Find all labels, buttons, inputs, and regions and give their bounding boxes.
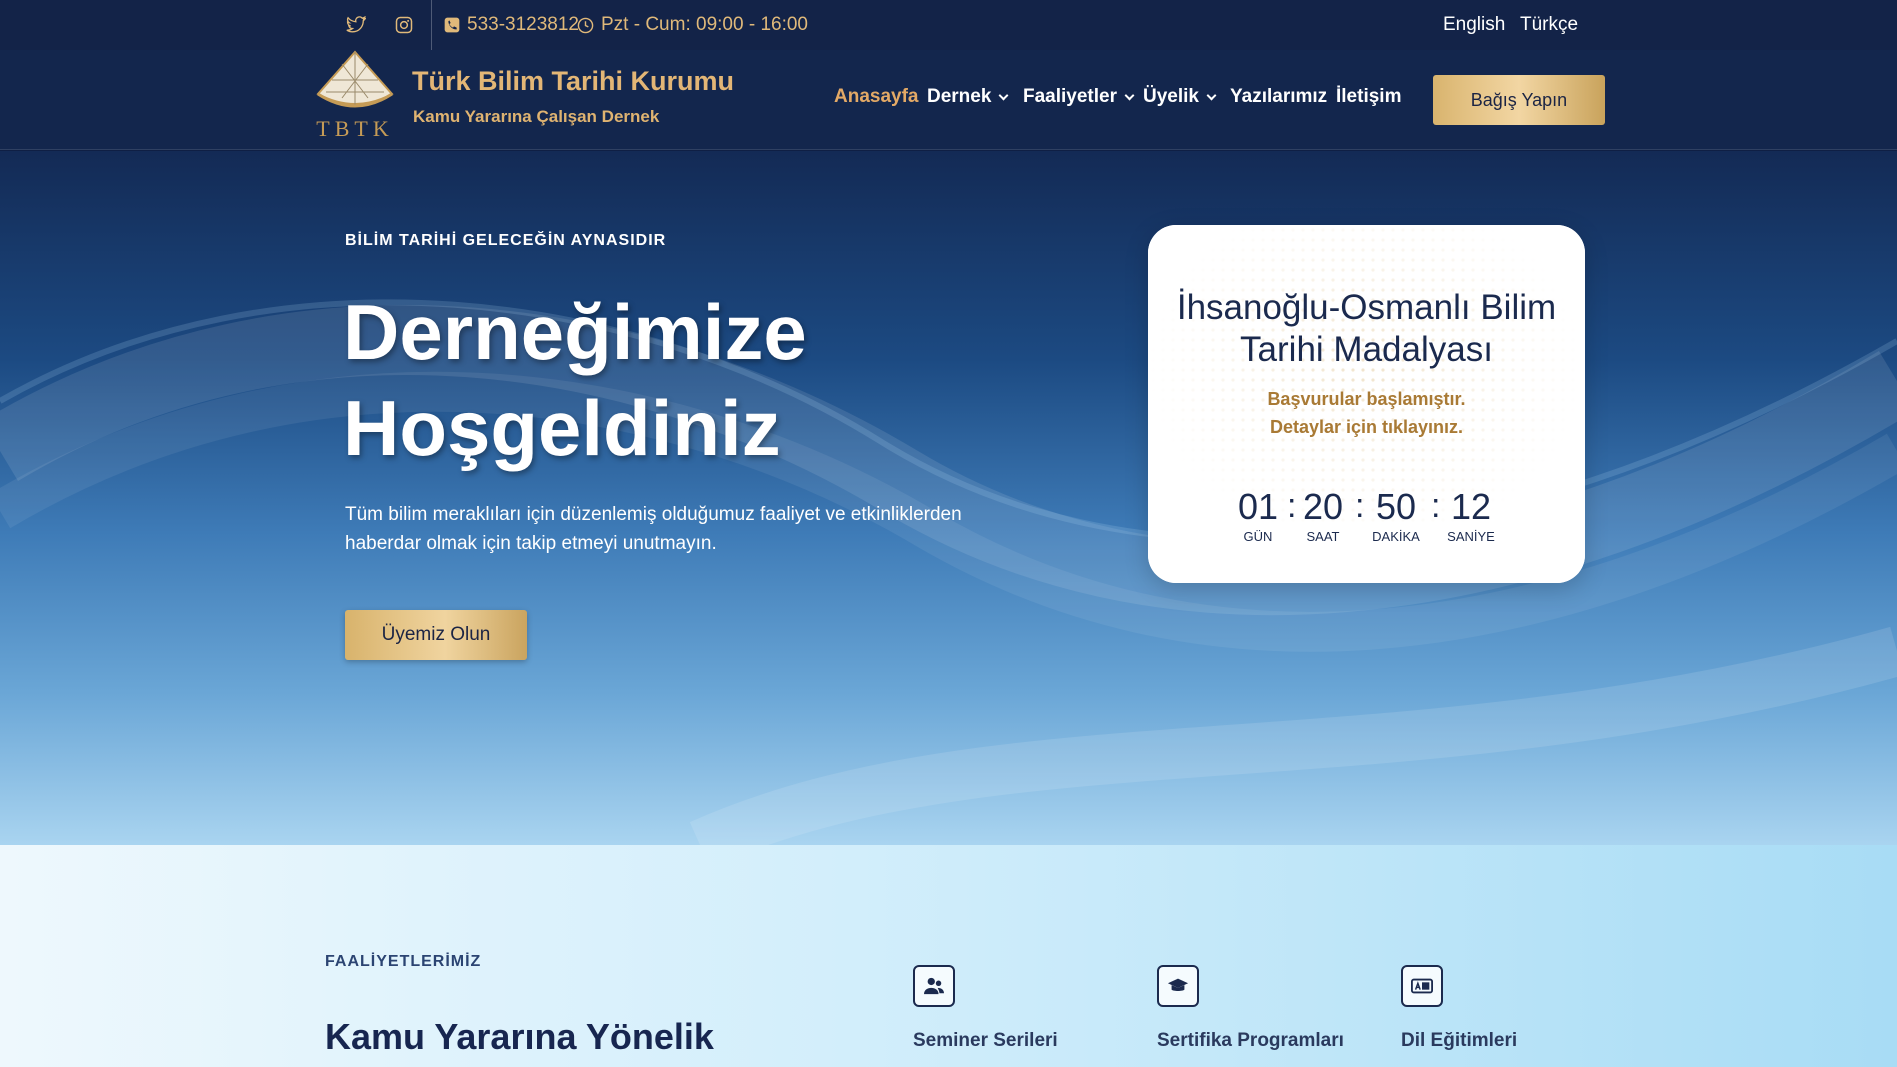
feature-dil[interactable]: Dil Eğitimleri: [1401, 1030, 1517, 1052]
award-title: İhsanoğlu-Osmanlı Bilim Tarihi Madalyası: [1176, 288, 1557, 369]
brand-logo[interactable]: TBTK: [312, 50, 398, 150]
brand-title[interactable]: Türk Bilim Tarihi Kurumu: [412, 66, 734, 97]
countdown-value: 20: [1302, 486, 1344, 527]
countdown-value: 50: [1375, 486, 1417, 527]
seminar-icon-box[interactable]: [913, 965, 955, 1007]
award-subtitle-line2: Detaylar için tıklayınız.: [1269, 417, 1464, 437]
feature-seminer[interactable]: Seminer Serileri: [913, 1030, 1058, 1052]
brand-subtitle: Kamu Yararına Çalışan Dernek: [413, 107, 660, 126]
activities-kicker: FAALİYETLERİMİZ: [325, 953, 482, 970]
instagram-link[interactable]: [395, 0, 413, 50]
countdown-label: SAAT: [1306, 529, 1340, 544]
countdown-separator: :: [1431, 487, 1441, 525]
countdown-label: SANİYE: [1447, 529, 1495, 544]
nav-label: Faaliyetler: [1023, 86, 1117, 107]
countdown-separator: :: [1287, 487, 1297, 525]
lang-turkish[interactable]: Türkçe: [1520, 0, 1578, 50]
nav-item-iletisim[interactable]: İletişim: [1336, 86, 1401, 108]
phone-icon: [444, 17, 460, 33]
countdown-seconds: 12 SANİYE: [1441, 486, 1501, 545]
nav-label: Dernek: [927, 86, 992, 107]
instagram-icon: [395, 16, 413, 34]
lang-english[interactable]: English: [1443, 0, 1505, 50]
countdown-separator: :: [1355, 487, 1365, 525]
nav-label: Üyelik: [1143, 86, 1199, 107]
logo-text: TBTK: [316, 116, 393, 141]
nav-item-uyelik[interactable]: Üyelik: [1143, 86, 1217, 108]
language-icon: [1411, 978, 1433, 994]
hero-title: Derneğimize Hoşgeldiniz: [343, 288, 807, 472]
activities-title: Kamu Yararına Yönelik: [325, 1016, 714, 1057]
countdown-hours: 20 SAAT: [1298, 486, 1348, 545]
twitter-link[interactable]: [346, 0, 366, 50]
nav-item-yazilarimiz[interactable]: Yazılarımız: [1230, 86, 1327, 108]
topbar-divider: [431, 0, 432, 50]
users-icon: [924, 977, 944, 995]
countdown-days: 01 GÜN: [1233, 486, 1283, 545]
nav-label: İletişim: [1336, 86, 1402, 107]
hero-kicker: BİLİM TARİHİ GELECEĞİN AYNASIDIR: [345, 232, 667, 249]
countdown-label: DAKİKA: [1372, 529, 1420, 544]
twitter-icon: [346, 16, 366, 33]
hero-section: [0, 151, 1897, 845]
countdown-value: 01: [1237, 486, 1279, 527]
countdown-label: GÜN: [1243, 529, 1273, 544]
nav-item-anasayfa[interactable]: Anasayfa: [834, 86, 919, 108]
nav-item-dernek[interactable]: Dernek: [927, 86, 1009, 108]
award-subtitle-line1: Başvurular başlamıştır.: [1267, 389, 1466, 409]
award-announcement-card[interactable]: İhsanoğlu-Osmanlı Bilim Tarihi Madalyası…: [1148, 225, 1585, 583]
hero-description: Tüm bilim meraklıları için düzenlemiş ol…: [345, 504, 962, 554]
office-hours-text: Pzt - Cum: 09:00 - 16:00: [601, 14, 808, 35]
top-bar: 533-3123812 Pzt - Cum: 09:00 - 16:00 Eng…: [0, 0, 1897, 50]
chevron-down-icon: [1206, 90, 1217, 101]
chevron-down-icon: [1124, 90, 1135, 101]
countdown-minutes: 50 DAKİKA: [1366, 486, 1426, 545]
donate-button[interactable]: Bağış Yapın: [1433, 75, 1605, 125]
hero-wave-background: [0, 299, 1897, 845]
chevron-down-icon: [998, 90, 1009, 101]
countdown-value: 12: [1450, 486, 1492, 527]
office-hours: Pzt - Cum: 09:00 - 16:00: [577, 0, 808, 50]
clock-icon: [577, 17, 594, 33]
award-subtitle: Başvurular başlamıştır. Detaylar için tı…: [1148, 385, 1585, 441]
nav-label: Anasayfa: [834, 86, 919, 107]
join-button[interactable]: Üyemiz Olun: [345, 610, 527, 660]
phone-contact[interactable]: 533-3123812: [444, 0, 579, 50]
feature-sertifika[interactable]: Sertifika Programları: [1157, 1030, 1344, 1052]
language-icon-box[interactable]: [1401, 965, 1443, 1007]
phone-number: 533-3123812: [467, 14, 579, 35]
graduation-cap-icon: [1167, 978, 1189, 992]
certificate-icon-box[interactable]: [1157, 965, 1199, 1007]
nav-label: Yazılarımız: [1230, 86, 1328, 107]
nav-item-faaliyetler[interactable]: Faaliyetler: [1023, 86, 1135, 108]
